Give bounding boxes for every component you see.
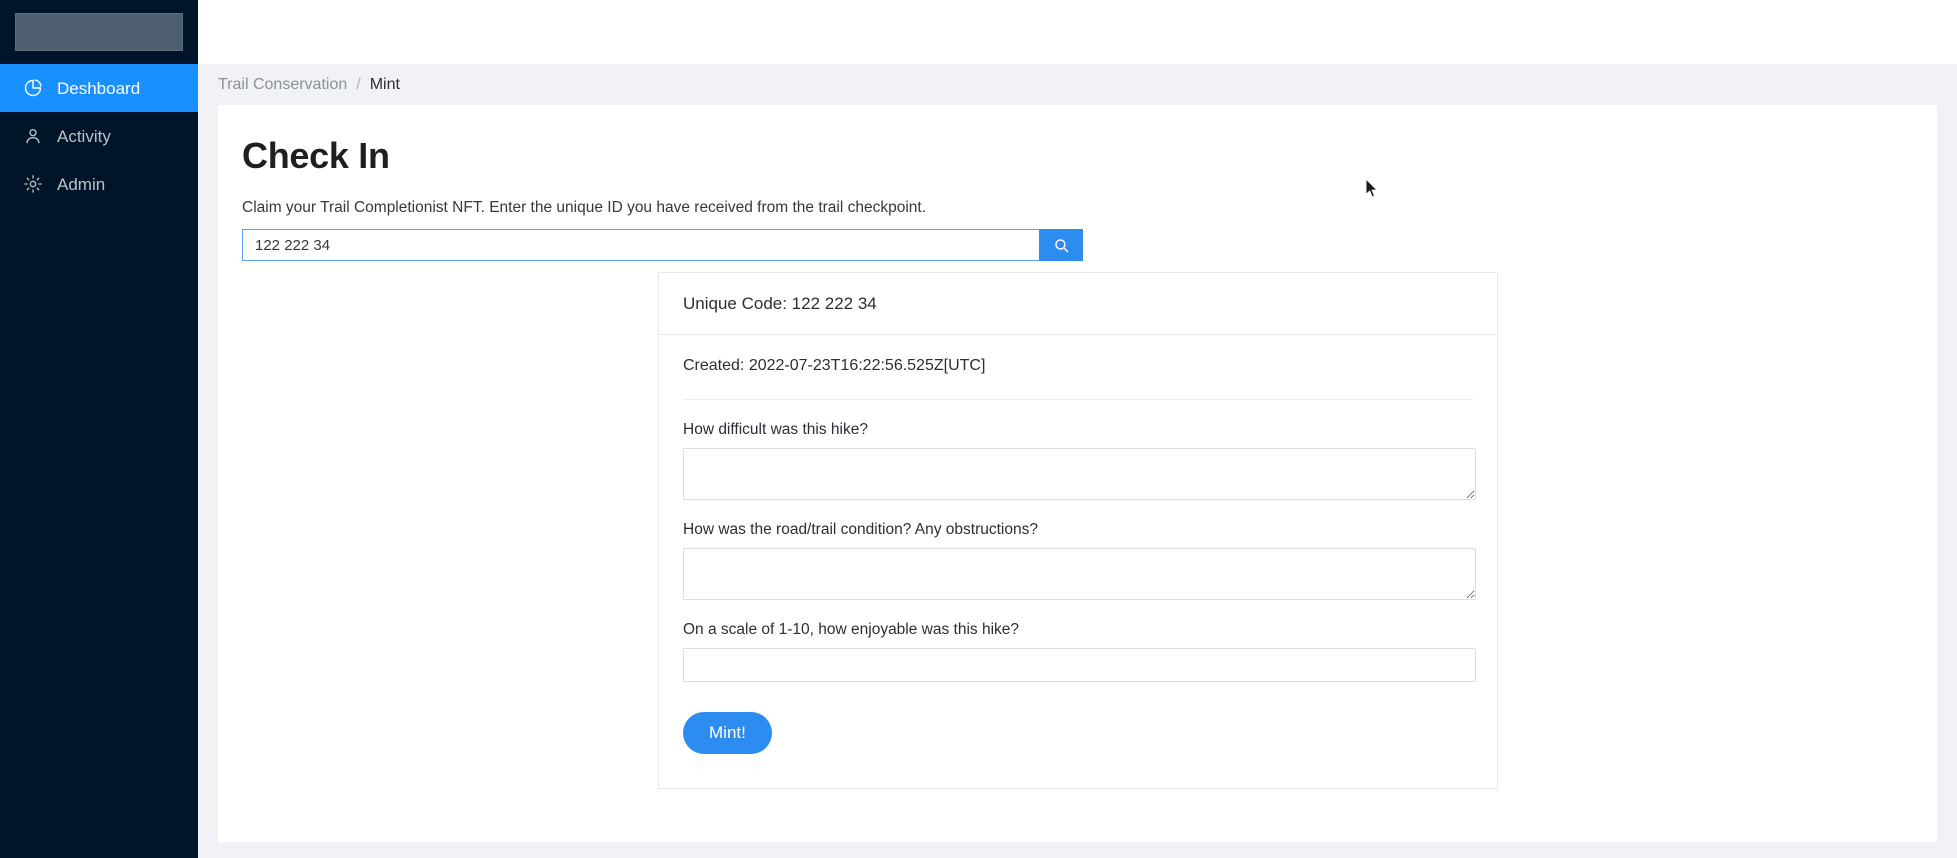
search-button[interactable] bbox=[1039, 229, 1083, 261]
unique-code-header: Unique Code: 122 222 34 bbox=[659, 273, 1497, 335]
field-group-enjoyment: On a scale of 1-10, how enjoyable was th… bbox=[683, 621, 1476, 682]
sidebar-logo-area[interactable] bbox=[0, 0, 198, 64]
sidebar-item-label: Admin bbox=[57, 174, 106, 194]
sidebar-item-deshboard[interactable]: Deshboard bbox=[0, 64, 198, 112]
mint-button[interactable]: Mint! bbox=[683, 712, 772, 754]
unique-id-search-row bbox=[242, 229, 1083, 261]
breadcrumb-current: Mint bbox=[369, 75, 400, 93]
field-label-difficulty: How difficult was this hike? bbox=[683, 421, 868, 438]
user-icon bbox=[22, 125, 44, 147]
pie-chart-icon bbox=[22, 77, 44, 99]
page-description: Claim your Trail Completionist NFT. Ente… bbox=[242, 199, 927, 216]
breadcrumb-root-link[interactable]: Trail Conservation bbox=[218, 76, 347, 94]
top-header-bar bbox=[198, 0, 1957, 64]
main-area: Trail Conservation / Mint Check In Claim… bbox=[198, 0, 1957, 858]
sidebar-item-label: Deshboard bbox=[57, 78, 141, 98]
logo-image-placeholder bbox=[15, 13, 183, 51]
unique-id-search-input[interactable] bbox=[242, 229, 1039, 261]
field-group-difficulty: How difficult was this hike? bbox=[683, 421, 1476, 500]
field-group-trail-condition: How was the road/trail condition? Any ob… bbox=[683, 521, 1476, 600]
breadcrumb: Trail Conservation / Mint bbox=[198, 64, 1957, 105]
field-label-enjoyment: On a scale of 1-10, how enjoyable was th… bbox=[683, 621, 1020, 638]
mint-form-body: Created: 2022-07-23T16:22:56.525Z[UTC] H… bbox=[659, 335, 1497, 788]
page-title: Check In bbox=[242, 135, 390, 176]
created-timestamp: Created: 2022-07-23T16:22:56.525Z[UTC] bbox=[683, 357, 1473, 400]
sidebar-item-admin[interactable]: Admin bbox=[0, 160, 198, 208]
enjoyment-input[interactable] bbox=[683, 648, 1476, 682]
application-root: Deshboard Activity Admin Trail Conservat… bbox=[0, 0, 1957, 858]
content-panel: Check In Claim your Trail Completionist … bbox=[218, 105, 1937, 842]
sidebar-item-activity[interactable]: Activity bbox=[0, 112, 198, 160]
sidebar: Deshboard Activity Admin bbox=[0, 0, 198, 858]
difficulty-textarea[interactable] bbox=[683, 448, 1476, 500]
trail-condition-textarea[interactable] bbox=[683, 548, 1476, 600]
search-icon bbox=[1053, 237, 1070, 254]
sidebar-item-label: Activity bbox=[57, 126, 111, 146]
gear-icon bbox=[22, 173, 44, 195]
breadcrumb-separator: / bbox=[356, 75, 361, 93]
mint-result-card: Unique Code: 122 222 34 Created: 2022-07… bbox=[658, 272, 1498, 789]
field-label-trail-condition: How was the road/trail condition? Any ob… bbox=[683, 521, 1038, 538]
